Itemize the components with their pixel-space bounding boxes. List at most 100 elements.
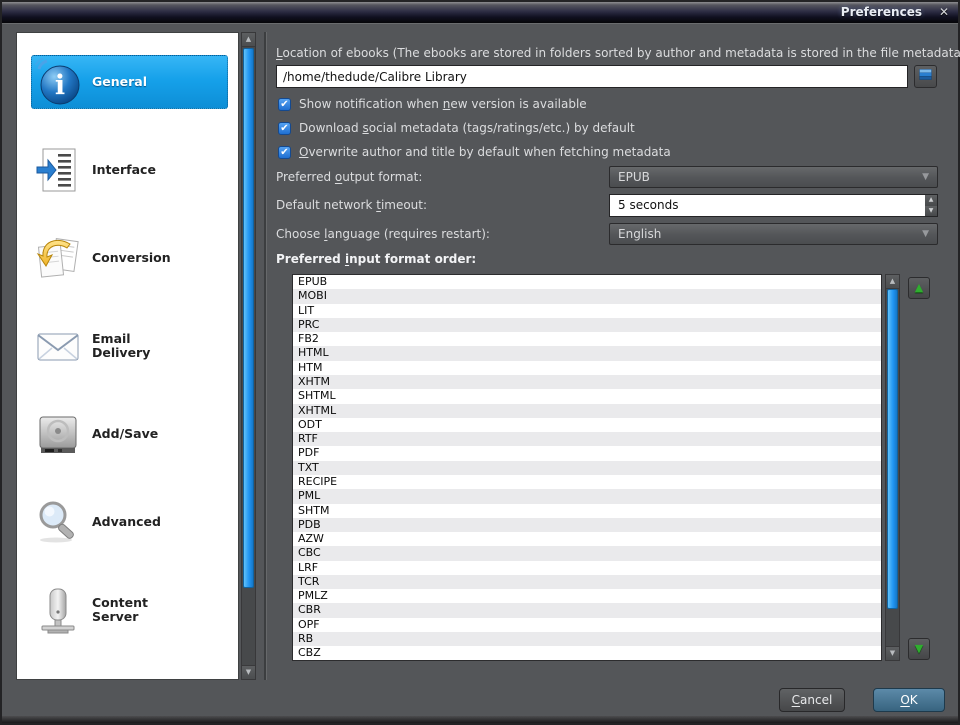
format-list-scrollbar[interactable]: ▲ ▼ [885, 274, 900, 661]
green-arrow-up-icon: ▲ [915, 281, 923, 294]
conversion-icon [34, 234, 82, 282]
format-list-item[interactable]: RTF [293, 432, 881, 446]
sidebar-scrollbar-thumb[interactable] [243, 48, 254, 588]
checkbox[interactable]: ✔ [278, 98, 291, 111]
format-list-item[interactable]: MOBI [293, 289, 881, 303]
format-list-item[interactable]: PRC [293, 318, 881, 332]
magnifier-icon [34, 498, 82, 546]
browse-library-button[interactable] [914, 65, 937, 88]
language-value: English [618, 227, 661, 241]
format-list-item[interactable]: SHTM [293, 504, 881, 518]
format-list-item[interactable]: FB2 [293, 332, 881, 346]
checkbox-row: ✔ Show notification when new version is a… [278, 96, 587, 112]
sidebar-item-add-save[interactable]: Add/Save [31, 407, 228, 461]
category-list: i General Interface Conversion Email Deliver… [17, 33, 238, 680]
format-list-item[interactable]: RB [293, 632, 881, 646]
format-list-item[interactable]: RECIPE [293, 475, 881, 489]
sidebar-item-label: Conversion [92, 251, 182, 265]
chevron-down-icon: ▼ [922, 229, 929, 239]
server-icon [34, 586, 82, 634]
format-list-item[interactable]: PDF [293, 446, 881, 460]
spin-up-icon[interactable]: ▲ [925, 195, 937, 206]
category-sidebar: i General Interface Conversion Email Deliver… [16, 32, 239, 680]
format-list-item[interactable]: SHTML [293, 389, 881, 403]
email-icon [34, 322, 82, 370]
checkbox-label[interactable]: Overwrite author and title by default wh… [299, 145, 671, 159]
format-list-item[interactable]: PMLZ [293, 589, 881, 603]
spin-down-icon[interactable]: ▼ [925, 206, 937, 217]
checkbox-label[interactable]: Show notification when new version is av… [299, 97, 587, 111]
sidebar-item-conversion[interactable]: Conversion [31, 231, 228, 285]
format-list-item[interactable]: HTML [293, 346, 881, 360]
sidebar-item-email-delivery[interactable]: Email Delivery [31, 319, 228, 373]
format-list-item[interactable]: XHTML [293, 404, 881, 418]
cancel-button[interactable]: Cancel [779, 688, 845, 712]
format-list-item[interactable]: XHTM [293, 375, 881, 389]
format-list-item[interactable]: EPUB [293, 275, 881, 289]
sidebar-item-label: Interface [92, 163, 182, 177]
sidebar-item-plugins[interactable]: Plugins [31, 671, 228, 680]
window-bottom-edge [2, 716, 958, 723]
sidebar-scrollbar[interactable]: ▲ ▼ [241, 32, 256, 680]
plugin-icon [34, 674, 82, 680]
sidebar-item-label: Email Delivery [92, 332, 182, 361]
library-folder-icon [917, 66, 934, 87]
format-list-item[interactable]: OPF [293, 618, 881, 632]
format-list-item[interactable]: AZW [293, 532, 881, 546]
green-arrow-down-icon: ▼ [915, 642, 923, 655]
format-list-item[interactable]: HTM [293, 361, 881, 375]
checkbox-row: ✔ Overwrite author and title by default w… [278, 144, 671, 160]
window-title: Preferences [841, 5, 922, 19]
scroll-down-icon[interactable]: ▼ [886, 646, 899, 660]
splitter-handle[interactable] [264, 32, 267, 680]
scroll-down-icon[interactable]: ▼ [242, 665, 255, 679]
sidebar-item-label: General [92, 75, 182, 89]
format-list-item[interactable]: PML [293, 489, 881, 503]
library-location-input[interactable] [276, 65, 908, 88]
format-list-scrollbar-thumb[interactable] [887, 289, 898, 609]
sidebar-item-interface[interactable]: Interface [31, 143, 228, 197]
sidebar-item-label: Advanced [92, 515, 182, 529]
output-format-label: Preferred output format: [276, 170, 422, 184]
format-list-item[interactable]: CBC [293, 546, 881, 560]
checkbox[interactable]: ✔ [278, 122, 291, 135]
format-list-item[interactable]: CBZ [293, 646, 881, 660]
preferences-dialog: Preferences ✕ i General Interface Conversio… [0, 0, 960, 725]
output-format-value: EPUB [618, 170, 650, 184]
sidebar-item-advanced[interactable]: Advanced [31, 495, 228, 549]
network-timeout-stepper[interactable]: 5 seconds ▲ ▼ [609, 194, 938, 217]
title-bar[interactable]: Preferences ✕ [2, 2, 958, 24]
network-timeout-label: Default network timeout: [276, 198, 427, 212]
format-list-item[interactable]: TCR [293, 575, 881, 589]
format-list-item[interactable]: LIT [293, 304, 881, 318]
interface-icon [34, 146, 82, 194]
checkbox-row: ✔ Download social metadata (tags/ratings/… [278, 120, 635, 136]
input-order-label: Preferred input format order: [276, 252, 476, 266]
ok-button[interactable]: OK [873, 688, 945, 712]
location-label: Location of ebooks (The ebooks are store… [276, 46, 960, 60]
scroll-up-icon[interactable]: ▲ [886, 275, 899, 289]
sidebar-item-general[interactable]: i General [31, 55, 228, 109]
sidebar-item-label: Content Server [92, 596, 182, 625]
info-icon: i [34, 58, 82, 106]
language-select[interactable]: English ▼ [609, 223, 938, 245]
scroll-up-icon[interactable]: ▲ [242, 33, 255, 47]
sidebar-item-label: Add/Save [92, 427, 182, 441]
format-list-item[interactable]: PDB [293, 518, 881, 532]
close-icon[interactable]: ✕ [936, 4, 952, 20]
network-timeout-value[interactable]: 5 seconds [610, 195, 925, 216]
format-list-item[interactable]: CBR [293, 603, 881, 617]
format-list-item[interactable]: ODT [293, 418, 881, 432]
format-list-item[interactable]: TXT [293, 461, 881, 475]
checkbox-label[interactable]: Download social metadata (tags/ratings/e… [299, 121, 635, 135]
input-format-order-list[interactable]: EPUBMOBILITPRCFB2HTMLHTMXHTMSHTMLXHTMLOD… [292, 274, 882, 661]
svg-text:i: i [55, 70, 65, 101]
move-format-up-button[interactable]: ▲ [908, 277, 930, 299]
checkbox[interactable]: ✔ [278, 146, 291, 159]
move-format-down-button[interactable]: ▼ [908, 638, 930, 660]
output-format-select[interactable]: EPUB ▼ [609, 166, 938, 188]
harddrive-icon [34, 410, 82, 458]
sidebar-item-content-server[interactable]: Content Server [31, 583, 228, 637]
language-label: Choose language (requires restart): [276, 227, 490, 241]
format-list-item[interactable]: LRF [293, 561, 881, 575]
